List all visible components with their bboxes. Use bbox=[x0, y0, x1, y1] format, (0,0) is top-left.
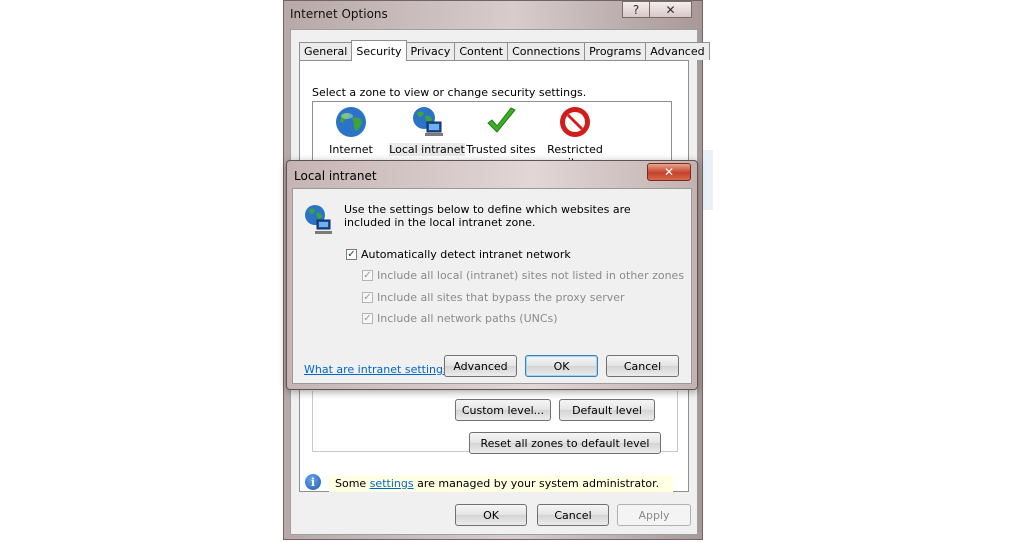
close-icon: ✕ bbox=[663, 165, 675, 179]
help-button[interactable]: ? bbox=[622, 1, 650, 18]
local-intranet-dialog: Local intranet ✕ Use the settings below … bbox=[286, 160, 698, 390]
tab-security[interactable]: Security bbox=[351, 40, 407, 61]
zone-internet-label: Internet bbox=[329, 143, 373, 156]
tab-content[interactable]: Content bbox=[454, 42, 509, 60]
info-icon: i bbox=[305, 474, 321, 490]
include-local-checkbox-row[interactable]: ✓ Include all local (intranet) sites not… bbox=[362, 269, 684, 282]
include-bypass-proxy-checkbox[interactable]: ✓ bbox=[362, 292, 373, 303]
include-bypass-proxy-label: Include all sites that bypass the proxy … bbox=[377, 291, 625, 304]
include-unc-label: Include all network paths (UNCs) bbox=[377, 312, 558, 325]
close-icon: ✕ bbox=[665, 2, 676, 17]
apply-button[interactable]: Apply bbox=[617, 504, 691, 526]
admin-info-row: i Some settings are managed by your syst… bbox=[305, 474, 675, 494]
reset-all-zones-button[interactable]: Reset all zones to default level bbox=[469, 432, 661, 454]
title-bar-buttons: ? ✕ bbox=[622, 1, 692, 20]
dialog-ok-button[interactable]: OK bbox=[525, 355, 598, 377]
tab-strip: General Security Privacy Content Connect… bbox=[299, 40, 710, 61]
dialog-cancel-button[interactable]: Cancel bbox=[606, 355, 679, 377]
settings-link[interactable]: settings bbox=[370, 477, 414, 490]
zone-internet[interactable]: Internet bbox=[313, 105, 389, 156]
cancel-button[interactable]: Cancel bbox=[537, 504, 609, 526]
tab-advanced[interactable]: Advanced bbox=[645, 42, 710, 60]
include-unc-checkbox[interactable]: ✓ bbox=[362, 313, 373, 324]
intranet-settings-help-link[interactable]: What are intranet settings? bbox=[304, 363, 455, 376]
tab-general[interactable]: General bbox=[299, 42, 353, 60]
include-local-label: Include all local (intranet) sites not l… bbox=[377, 269, 685, 282]
zone-prompt: Select a zone to view or change security… bbox=[312, 86, 587, 99]
dialog-description: Use the settings below to define which w… bbox=[344, 203, 631, 229]
tab-privacy[interactable]: Privacy bbox=[405, 42, 456, 60]
checkmark-icon bbox=[484, 105, 518, 139]
dialog-title: Local intranet bbox=[294, 169, 377, 183]
close-button[interactable]: ✕ bbox=[650, 1, 692, 18]
restricted-icon bbox=[558, 105, 592, 139]
auto-detect-label: Automatically detect intranet network bbox=[361, 248, 571, 261]
zone-trusted-sites[interactable]: Trusted sites bbox=[463, 105, 539, 156]
dialog-close-button[interactable]: ✕ bbox=[647, 163, 691, 181]
info-prefix: Some bbox=[335, 477, 370, 490]
tab-connections[interactable]: Connections bbox=[507, 42, 586, 60]
custom-level-button[interactable]: Custom level... bbox=[455, 399, 551, 421]
zone-local-intranet[interactable]: Local intranet bbox=[389, 105, 465, 156]
intranet-icon bbox=[303, 203, 333, 237]
include-local-checkbox[interactable]: ✓ bbox=[362, 270, 373, 281]
zone-trusted-sites-label: Trusted sites bbox=[466, 143, 536, 156]
window-title: Internet Options bbox=[290, 7, 388, 21]
tab-programs[interactable]: Programs bbox=[584, 42, 647, 60]
zone-local-intranet-label: Local intranet bbox=[389, 143, 465, 156]
globe-icon bbox=[334, 105, 368, 139]
info-text: Some settings are managed by your system… bbox=[335, 477, 659, 490]
include-bypass-proxy-checkbox-row[interactable]: ✓ Include all sites that bypass the prox… bbox=[362, 291, 625, 304]
info-suffix: are managed by your system administrator… bbox=[413, 477, 660, 490]
dialog-client-area: Use the settings below to define which w… bbox=[292, 188, 692, 384]
default-level-button[interactable]: Default level bbox=[559, 399, 655, 421]
auto-detect-checkbox[interactable]: ✓ bbox=[346, 249, 357, 260]
ok-button[interactable]: OK bbox=[455, 504, 527, 526]
help-icon: ? bbox=[632, 2, 640, 17]
intranet-icon bbox=[410, 105, 444, 139]
zone-list: Internet Local intranet Trusted sites Re… bbox=[312, 101, 672, 169]
include-unc-checkbox-row[interactable]: ✓ Include all network paths (UNCs) bbox=[362, 312, 558, 325]
auto-detect-checkbox-row[interactable]: ✓ Automatically detect intranet network bbox=[346, 248, 571, 261]
dialog-advanced-button[interactable]: Advanced bbox=[444, 355, 517, 377]
